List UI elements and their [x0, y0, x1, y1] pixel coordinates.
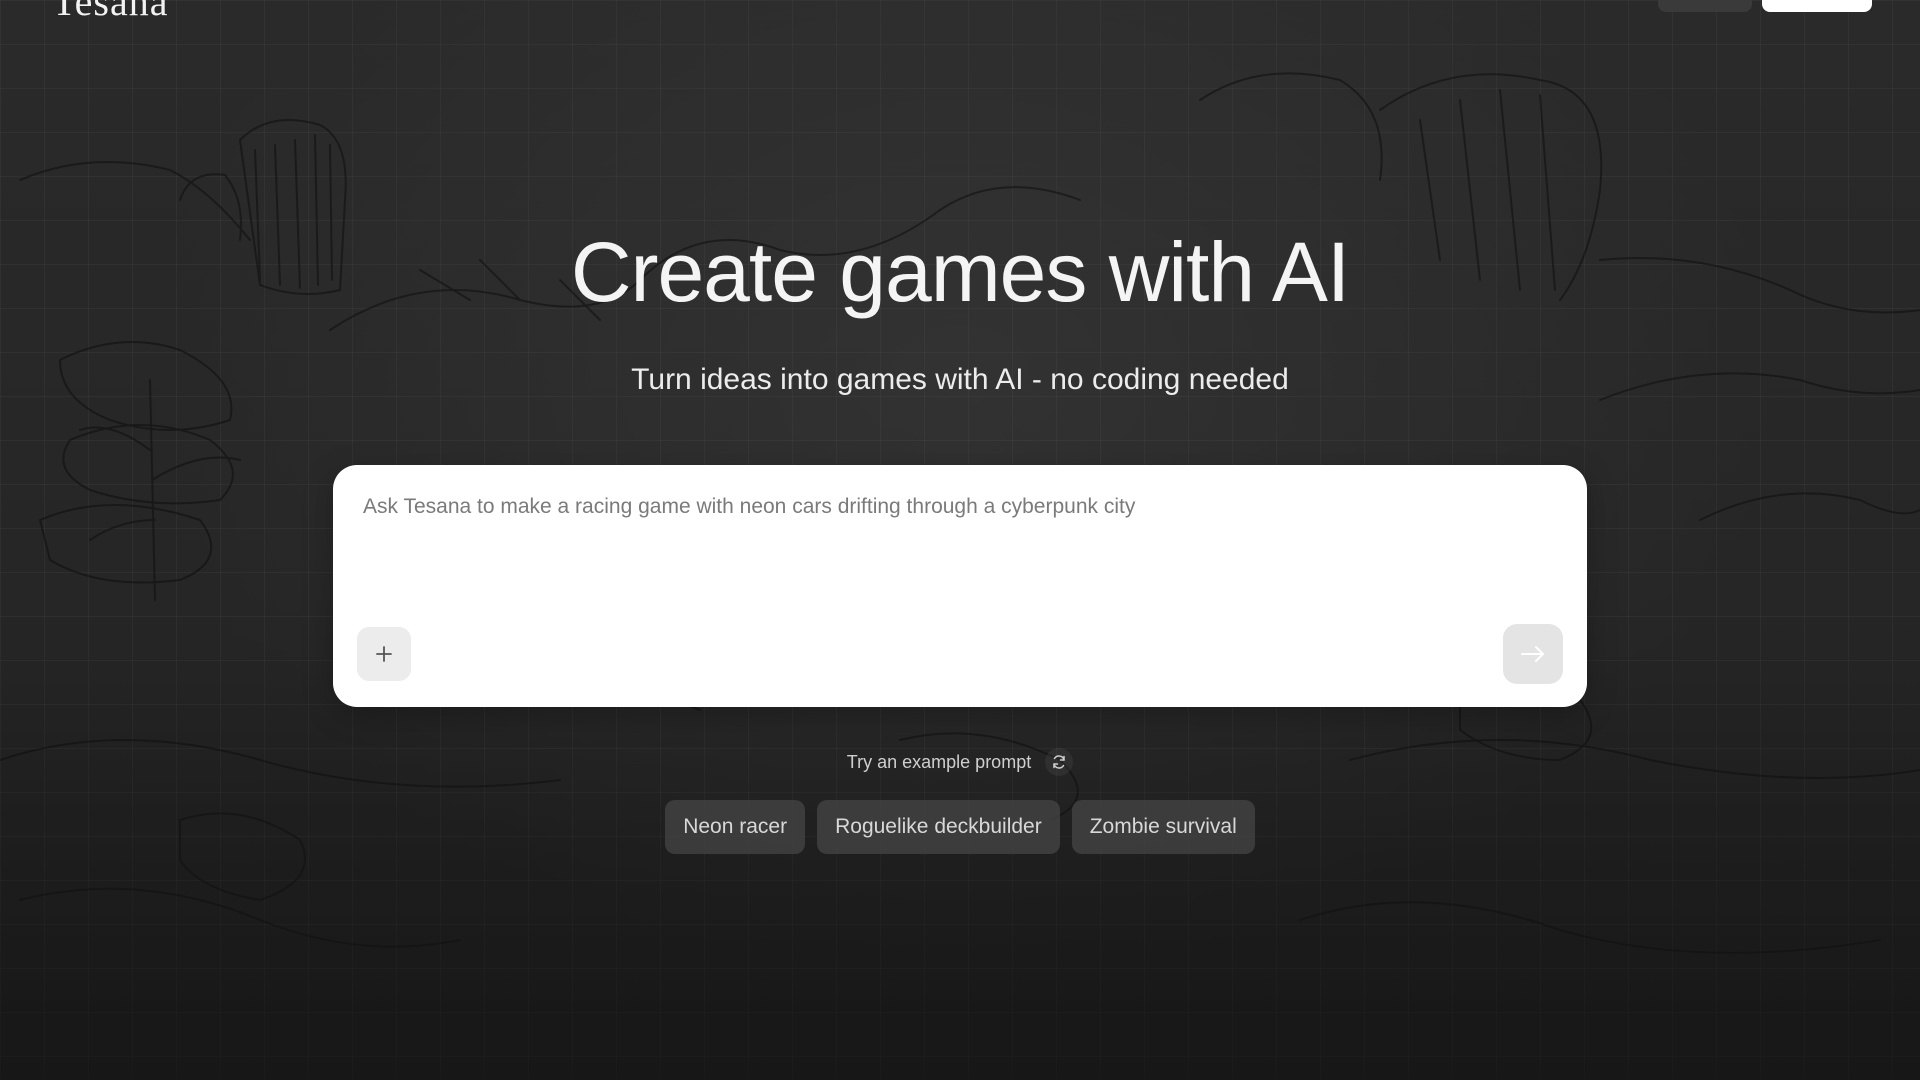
arrow-right-icon: [1521, 646, 1544, 662]
brand-logo[interactable]: Tesana: [52, 0, 168, 25]
example-chips: Neon racer Roguelike deckbuilder Zombie …: [0, 800, 1920, 854]
prompt-input[interactable]: [363, 495, 1553, 575]
example-chip-roguelike-deckbuilder[interactable]: Roguelike deckbuilder: [817, 800, 1060, 854]
send-button[interactable]: [1503, 624, 1563, 684]
example-prompt-label: Try an example prompt: [846, 751, 1032, 772]
landing-page: Tesana Create games with AI Turn ideas i…: [0, 0, 1920, 1080]
header-secondary-button[interactable]: [1658, 0, 1752, 12]
refresh-examples-button[interactable]: [1045, 748, 1074, 776]
example-chip-neon-racer[interactable]: Neon racer: [665, 800, 806, 854]
hero-title: Create games with AI: [570, 225, 1350, 319]
plus-icon: [376, 646, 392, 662]
refresh-icon: [1053, 755, 1065, 769]
example-prompt-row: Try an example prompt: [0, 748, 1920, 776]
add-attachment-button[interactable]: [357, 627, 411, 681]
prompt-box: [333, 465, 1587, 707]
header-primary-button[interactable]: [1762, 0, 1872, 12]
hero-subtitle: Turn ideas into games with AI - no codin…: [631, 363, 1289, 396]
example-chip-zombie-survival[interactable]: Zombie survival: [1071, 800, 1255, 854]
